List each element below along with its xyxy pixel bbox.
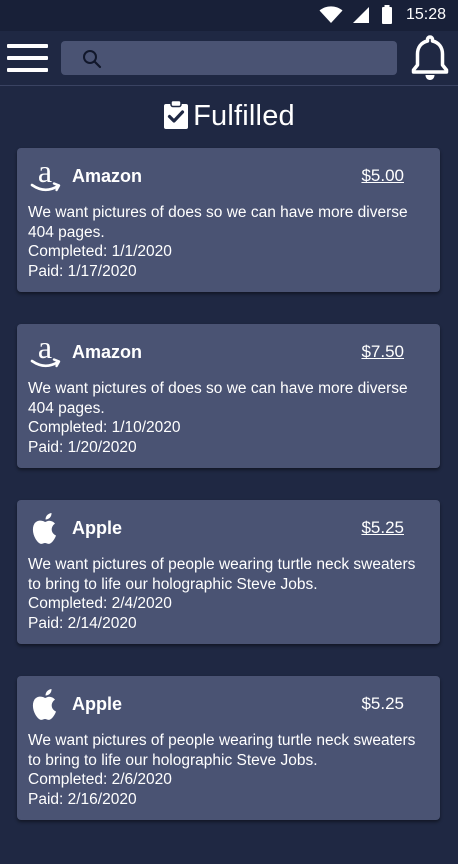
payment-amount: $5.25 [361,518,404,537]
company-name: Amazon [72,342,143,362]
payment-amount: $5.00 [361,166,404,185]
task-description: We want pictures of people wearing turtl… [28,556,416,593]
company-name: Apple [72,518,123,538]
search-input[interactable] [109,41,393,77]
task-card[interactable]: a Amazon $5.00 We want pictures of does … [17,148,440,292]
clipboard-check-icon [164,100,189,129]
svg-text:a: a [38,335,52,365]
status-time: 15:28 [406,6,447,23]
app-bar [0,31,458,86]
page-title-label: Fulfilled [193,99,295,132]
cell-signal-icon [353,7,369,23]
paid-date: Paid: 2/16/2020 [28,790,137,808]
battery-icon [382,5,392,24]
task-card[interactable]: Apple $5.25 We want pictures of people w… [17,500,440,644]
amazon-icon: a [30,335,61,368]
search-icon [83,50,102,69]
apple-icon [32,513,56,544]
task-card[interactable]: a Amazon $7.50 We want pictures of does … [17,324,440,468]
paid-date: Paid: 1/20/2020 [28,438,137,456]
paid-date: Paid: 1/17/2020 [28,262,137,280]
completed-date: Completed: 2/6/2020 [28,771,172,788]
svg-text:a: a [38,159,52,189]
hamburger-menu-icon[interactable] [7,43,48,73]
paid-date: Paid: 2/14/2020 [28,614,137,632]
task-description: We want pictures of people wearing turtl… [28,732,416,769]
notification-bell-icon[interactable] [409,35,451,81]
payment-amount: $7.50 [361,342,404,361]
company-name: Apple [72,694,123,714]
apple-icon [32,689,56,720]
page-title: Fulfilled [0,96,458,136]
completed-date: Completed: 1/1/2020 [28,243,172,260]
completed-date: Completed: 2/4/2020 [28,595,172,612]
completed-date: Completed: 1/10/2020 [28,419,181,436]
payment-amount: $5.25 [361,694,404,713]
company-name: Amazon [72,166,143,186]
task-card[interactable]: Apple $5.25 We want pictures of people w… [17,676,440,820]
task-description: We want pictures of does so we can have … [28,380,408,417]
task-description: We want pictures of does so we can have … [28,204,408,241]
wifi-icon [319,6,343,23]
search-bar[interactable] [61,41,397,77]
status-bar: 15:28 [0,0,458,31]
amazon-icon: a [30,159,61,192]
